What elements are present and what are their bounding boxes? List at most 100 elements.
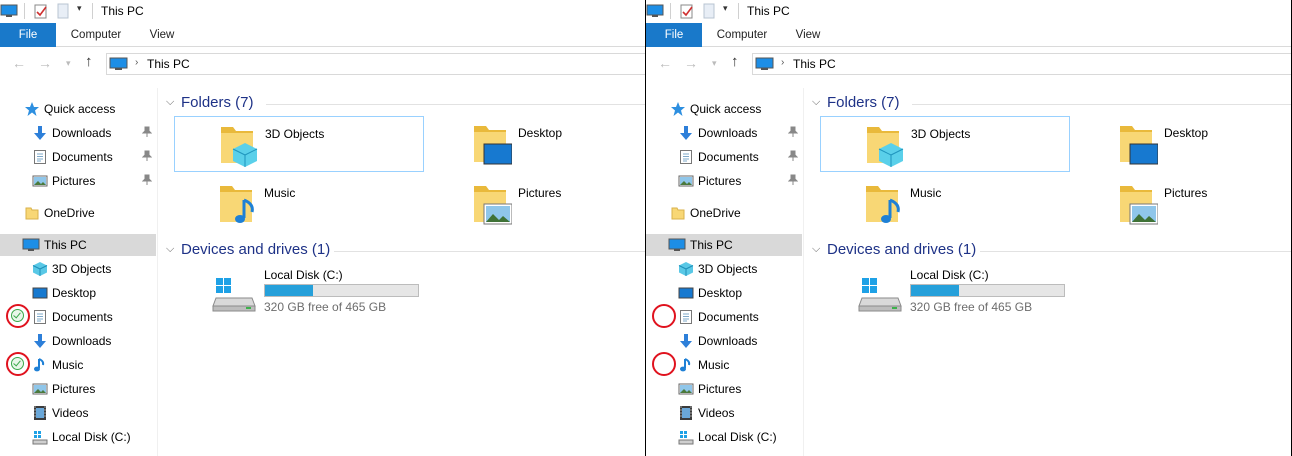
tab-file[interactable]: File [646, 23, 702, 47]
chevron-down-icon[interactable]: ⌵ [166, 243, 174, 256]
nav-item-videos[interactable]: Videos [0, 402, 156, 424]
nav-item-videos[interactable]: Videos [646, 402, 802, 424]
nav-item-3d-objects[interactable]: 3D Objects [646, 258, 802, 280]
nav-item-local-disk-c[interactable]: Local Disk (C:) [646, 426, 802, 448]
recent-locations-button[interactable]: ▾ [712, 58, 717, 69]
computer-icon[interactable] [646, 4, 664, 18]
pictures-icon [678, 173, 694, 189]
documents-icon [32, 149, 48, 165]
toolbar-separator [670, 3, 671, 19]
pin-icon[interactable] [141, 150, 153, 162]
back-button[interactable]: ← [12, 55, 26, 71]
nav-item-documents[interactable]: Documents [0, 146, 156, 168]
computer-icon[interactable] [0, 4, 18, 18]
nav-item-pictures[interactable]: Pictures [646, 378, 802, 400]
group-header-folders[interactable]: ⌵ Folders (7) [812, 92, 1291, 114]
pin-icon[interactable] [787, 174, 799, 186]
folder-label: Music [910, 186, 942, 200]
folder-tile-pictures[interactable]: Pictures [428, 176, 645, 232]
drive-tile-local-disk[interactable]: Local Disk (C:) 320 GB free of 465 GB [858, 268, 1098, 318]
folder-music-icon [864, 180, 904, 229]
nav-item-pictures[interactable]: Pictures [0, 378, 156, 400]
address-bar[interactable]: › This PC [752, 53, 1291, 75]
nav-item-documents[interactable]: Documents [646, 146, 802, 168]
group-header-folders[interactable]: ⌵ Folders (7) [166, 92, 645, 114]
up-button[interactable]: ↑ [85, 53, 93, 70]
computer-icon [109, 57, 128, 70]
up-button[interactable]: ↑ [731, 53, 739, 70]
group-header-label: Folders (7) [181, 94, 254, 111]
new-folder-icon[interactable] [702, 3, 716, 19]
documents-icon [32, 309, 48, 325]
nav-item-label: Music [52, 358, 84, 372]
nav-item-label: Music [698, 358, 730, 372]
breadcrumb-chevron-icon[interactable]: › [781, 57, 784, 68]
folder-music-icon [218, 180, 258, 229]
chevron-down-icon[interactable]: ⌵ [166, 96, 174, 109]
nav-item-desktop[interactable]: Desktop [0, 282, 156, 304]
folder-tile-3d-objects[interactable]: 3D Objects [820, 116, 1070, 172]
tab-view[interactable]: View [140, 23, 184, 47]
customize-toolbar-icon[interactable]: ▾ [723, 3, 728, 14]
recent-locations-button[interactable]: ▾ [66, 58, 71, 69]
tab-file[interactable]: File [0, 23, 56, 47]
nav-item-this-pc[interactable]: This PC [646, 234, 802, 256]
group-header-devices[interactable]: ⌵ Devices and drives (1) [812, 239, 1291, 261]
nav-item-local-disk-c[interactable]: Local Disk (C:) [0, 426, 156, 448]
breadcrumb-this-pc[interactable]: This PC [793, 57, 836, 71]
back-button[interactable]: ← [658, 55, 672, 71]
nav-item-onedrive[interactable]: OneDrive [0, 202, 156, 224]
forward-button[interactable]: → [38, 55, 52, 71]
content-pane: ⌵ Folders (7) 3D Objects Desktop Music P… [806, 88, 1291, 456]
address-bar[interactable]: › This PC [106, 53, 645, 75]
nav-item-label: 3D Objects [52, 262, 112, 276]
nav-item-3d-objects[interactable]: 3D Objects [0, 258, 156, 280]
tab-computer[interactable]: Computer [706, 23, 778, 47]
folder-tile-music[interactable]: Music [174, 176, 424, 232]
address-row: ← → ▾ ↑ › This PC [0, 47, 645, 81]
chevron-down-icon[interactable]: ⌵ [812, 96, 820, 109]
desktop-icon [32, 285, 48, 301]
folder-tile-3d-objects[interactable]: 3D Objects [174, 116, 424, 172]
nav-item-downloads[interactable]: Downloads [0, 330, 156, 352]
breadcrumb-chevron-icon[interactable]: › [135, 57, 138, 68]
properties-icon[interactable] [33, 3, 49, 19]
nav-item-pictures[interactable]: Pictures [646, 170, 802, 192]
pin-icon[interactable] [787, 150, 799, 162]
cube-icon [678, 261, 694, 277]
nav-item-label: This PC [44, 238, 87, 252]
customize-toolbar-icon[interactable]: ▾ [77, 3, 82, 14]
chevron-down-icon[interactable]: ⌵ [812, 243, 820, 256]
window-title: This PC [101, 4, 144, 18]
nav-item-downloads[interactable]: Downloads [646, 122, 802, 144]
folder-tile-desktop[interactable]: Desktop [428, 116, 645, 172]
folder-desktop-icon [472, 120, 513, 169]
nav-item-onedrive[interactable]: OneDrive [646, 202, 802, 224]
drive-tile-local-disk[interactable]: Local Disk (C:) 320 GB free of 465 GB [212, 268, 452, 318]
pin-icon[interactable] [141, 126, 153, 138]
forward-button[interactable]: → [684, 55, 698, 71]
nav-item-this-pc[interactable]: This PC [0, 234, 156, 256]
documents-icon [678, 309, 694, 325]
group-divider [266, 104, 645, 105]
properties-icon[interactable] [679, 3, 695, 19]
nav-item-desktop[interactable]: Desktop [646, 282, 802, 304]
tab-computer[interactable]: Computer [60, 23, 132, 47]
nav-item-label: Desktop [698, 286, 743, 300]
nav-item-downloads[interactable]: Downloads [0, 122, 156, 144]
breadcrumb-this-pc[interactable]: This PC [147, 57, 190, 71]
pin-icon[interactable] [141, 174, 153, 186]
folder-tile-music[interactable]: Music [820, 176, 1070, 232]
tab-view[interactable]: View [786, 23, 830, 47]
nav-item-pictures[interactable]: Pictures [0, 170, 156, 192]
star-icon [670, 101, 686, 117]
nav-item-quick-access[interactable]: Quick access [0, 98, 156, 120]
folder-tile-desktop[interactable]: Desktop [1074, 116, 1291, 172]
pictures-icon [678, 381, 694, 397]
folder-tile-pictures[interactable]: Pictures [1074, 176, 1291, 232]
nav-item-downloads[interactable]: Downloads [646, 330, 802, 352]
nav-item-quick-access[interactable]: Quick access [646, 98, 802, 120]
pin-icon[interactable] [787, 126, 799, 138]
group-header-devices[interactable]: ⌵ Devices and drives (1) [166, 239, 645, 261]
new-folder-icon[interactable] [56, 3, 70, 19]
